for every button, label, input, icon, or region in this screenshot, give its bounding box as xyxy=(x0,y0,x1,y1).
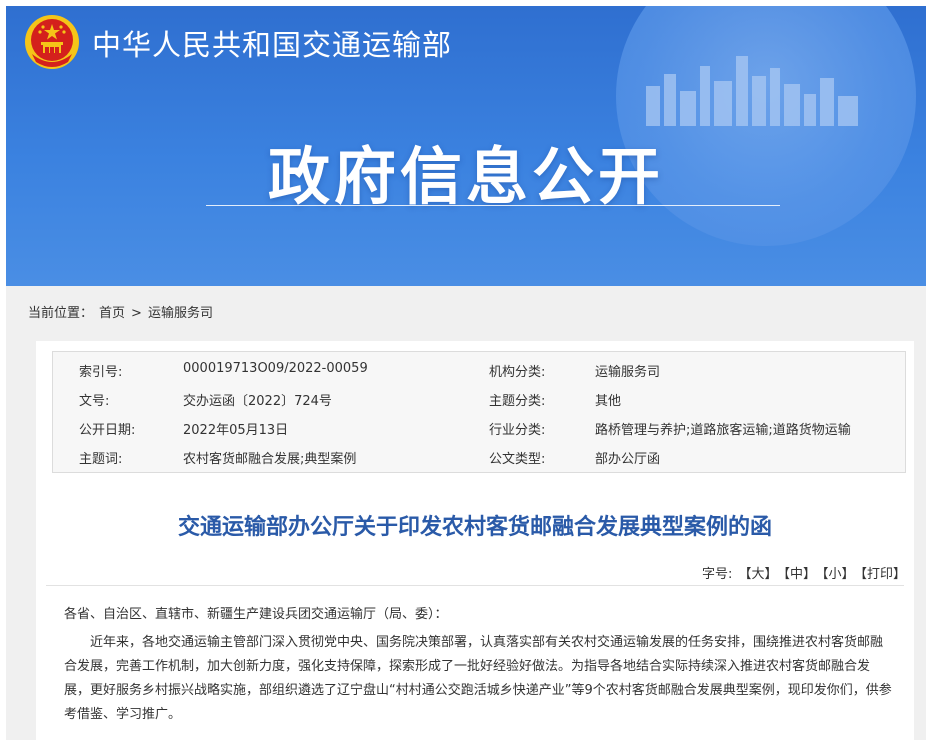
breadcrumb-section-link[interactable]: 运输服务司 xyxy=(148,306,213,321)
metadata-row: 公开日期: 2022年05月13日 行业分类: 路桥管理与养护;道路旅客运输;道… xyxy=(53,412,905,440)
metadata-row: 索引号: 000019713O09/2022-00059 机构分类: 运输服务司 xyxy=(53,354,905,382)
national-emblem-icon xyxy=(25,15,79,69)
index-number-value: 000019713O09/2022-00059 xyxy=(183,361,368,376)
hero-title: 政府信息公开 xyxy=(267,140,664,213)
breadcrumb-separator: > xyxy=(131,306,142,321)
metadata-row: 文号: 交办运函〔2022〕724号 主题分类: 其他 xyxy=(53,383,905,411)
document-number-value: 交办运函〔2022〕724号 xyxy=(183,394,332,409)
font-size-label: 字号: xyxy=(702,567,733,582)
topic-category-value: 其他 xyxy=(595,394,622,409)
agency-category-label: 机构分类: xyxy=(489,365,546,380)
breadcrumb-prefix: 当前位置： xyxy=(28,306,94,321)
industry-category-value: 路桥管理与养护;道路旅客运输;道路货物运输 xyxy=(595,423,851,438)
topic-category-label: 主题分类: xyxy=(489,394,546,409)
publish-date-value: 2022年05月13日 xyxy=(183,423,289,438)
salutation: 各省、自治区、直辖市、新疆生产建设兵团交通运输厅（局、委）： xyxy=(64,607,448,622)
document-type-value: 部办公厅函 xyxy=(595,452,661,467)
hero-divider xyxy=(206,205,780,206)
index-number-label: 索引号: xyxy=(79,365,123,380)
page-frame: 中华人民共和国交通运输部 政府信息公开 当前位置： 首页 > 运输服务司 索引号: 0… xyxy=(6,6,926,740)
breadcrumb: 当前位置： 首页 > 运输服务司 xyxy=(28,302,219,321)
breadcrumb-home-link[interactable]: 首页 xyxy=(99,306,125,321)
document-type-label: 公文类型: xyxy=(489,452,546,467)
document-body: 各省、自治区、直辖市、新疆生产建设兵团交通运输厅（局、委）： 近年来，各地交通运… xyxy=(64,603,894,731)
metadata-table: 索引号: 000019713O09/2022-00059 机构分类: 运输服务司… xyxy=(52,351,906,473)
font-medium-button[interactable]: 【中】 xyxy=(783,567,816,582)
content-divider xyxy=(46,585,904,586)
print-button[interactable]: 【打印】 xyxy=(860,567,906,582)
keywords-label: 主题词: xyxy=(79,452,123,467)
header-banner: 中华人民共和国交通运输部 政府信息公开 xyxy=(6,6,926,286)
site-name[interactable]: 中华人民共和国交通运输部 xyxy=(92,22,452,64)
publish-date-label: 公开日期: xyxy=(79,423,136,438)
industry-category-label: 行业分类: xyxy=(489,423,546,438)
body-paragraph: 近年来，各地交通运输主管部门深入贯彻党中央、国务院决策部署，认真落实部有关农村交… xyxy=(64,635,892,722)
city-skyline-icon xyxy=(646,56,858,126)
document-title: 交通运输部办公厅关于印发农村客货邮融合发展典型案例的函 xyxy=(177,515,772,540)
agency-category-value: 运输服务司 xyxy=(595,365,661,380)
metadata-row: 主题词: 农村客货邮融合发展;典型案例 公文类型: 部办公厅函 xyxy=(53,441,905,469)
font-size-controls: 字号: 【大】 【中】 【小】 【打印】 xyxy=(696,563,906,582)
font-small-button[interactable]: 【小】 xyxy=(822,567,855,582)
content-panel: 索引号: 000019713O09/2022-00059 机构分类: 运输服务司… xyxy=(36,341,914,740)
document-number-label: 文号: xyxy=(79,394,110,409)
font-large-button[interactable]: 【大】 xyxy=(738,567,777,582)
keywords-value: 农村客货邮融合发展;典型案例 xyxy=(183,452,357,467)
